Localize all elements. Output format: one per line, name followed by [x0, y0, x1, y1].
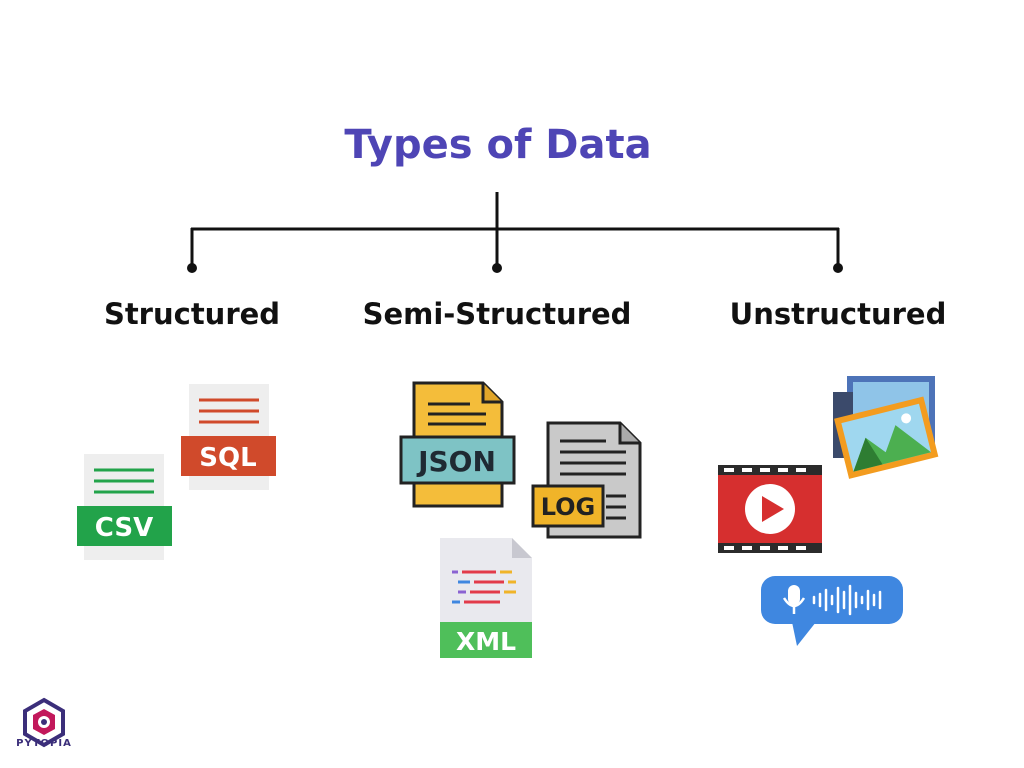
sql-file-icon: SQL [181, 384, 276, 490]
log-label: LOG [541, 493, 596, 521]
json-label: JSON [416, 445, 496, 478]
json-file-icon: JSON [399, 381, 516, 508]
log-file-icon: LOG [531, 421, 642, 539]
audio-message-icon [761, 576, 903, 646]
xml-file-icon: XML [440, 538, 532, 658]
sql-label: SQL [199, 443, 256, 473]
brand-name: PYTOPIA [16, 738, 72, 749]
xml-label: XML [456, 627, 516, 656]
image-gallery-icon [833, 376, 939, 479]
csv-label: CSV [95, 513, 153, 543]
csv-file-icon: CSV [77, 454, 172, 560]
video-icon [718, 465, 822, 553]
